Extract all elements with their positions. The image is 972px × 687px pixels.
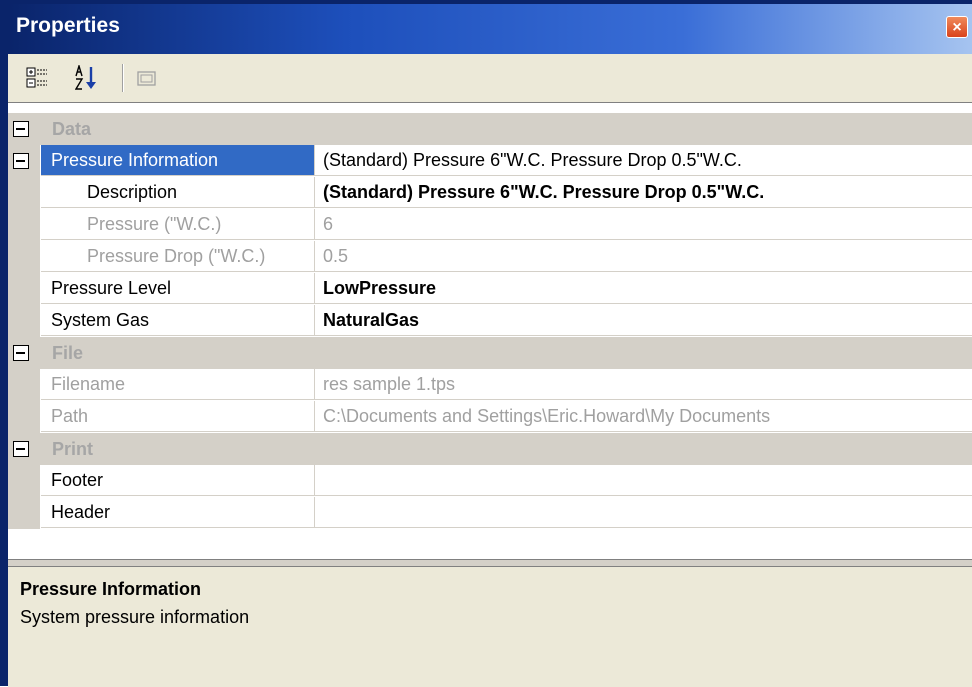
properties-window-frame: Properties × Data Pressure Information (… xyxy=(0,0,972,687)
property-row-pressure[interactable]: Pressure ("W.C.) 6 xyxy=(8,209,972,241)
property-pages-button[interactable] xyxy=(132,62,162,94)
property-row-description[interactable]: Description (Standard) Pressure 6"W.C. P… xyxy=(8,177,972,209)
toolbar-separator xyxy=(122,64,123,92)
title-bar[interactable]: Properties × xyxy=(8,4,972,54)
property-value: 0.5 xyxy=(314,241,972,272)
property-name: Pressure Drop ("W.C.) xyxy=(41,241,314,272)
property-row-path[interactable]: Path C:\Documents and Settings\Eric.Howa… xyxy=(8,401,972,433)
property-value[interactable]: NaturalGas xyxy=(314,305,972,336)
property-name: Pressure ("W.C.) xyxy=(41,209,314,240)
alphabetical-icon xyxy=(75,65,96,90)
help-splitter[interactable] xyxy=(8,559,972,566)
property-pages-icon xyxy=(137,71,156,86)
category-print[interactable]: Print xyxy=(8,433,972,465)
property-grid: Data Pressure Information (Standard) Pre… xyxy=(8,102,972,560)
property-row-system-gas[interactable]: System Gas NaturalGas xyxy=(8,305,972,337)
properties-window: Properties × Data Pressure Information (… xyxy=(8,4,972,687)
property-value: res sample 1.tps xyxy=(314,369,972,400)
property-value[interactable]: (Standard) Pressure 6"W.C. Pressure Drop… xyxy=(314,177,972,208)
property-name: System Gas xyxy=(41,305,314,336)
property-name: Path xyxy=(41,401,314,432)
property-row-header[interactable]: Header xyxy=(8,497,972,529)
collapse-icon[interactable] xyxy=(13,345,29,361)
property-row-pressure-information[interactable]: Pressure Information (Standard) Pressure… xyxy=(8,145,972,177)
category-label: Print xyxy=(52,439,94,459)
property-name: Footer xyxy=(41,465,314,496)
alphabetical-button[interactable] xyxy=(72,62,102,94)
help-title: Pressure Information xyxy=(20,579,202,599)
property-name: Description xyxy=(41,177,314,208)
collapse-icon[interactable] xyxy=(13,441,29,457)
property-value[interactable]: LowPressure xyxy=(314,273,972,304)
toolbar xyxy=(8,54,972,102)
property-value[interactable] xyxy=(314,497,972,528)
property-value: 6 xyxy=(314,209,972,240)
property-name: Header xyxy=(41,497,314,528)
property-row-filename[interactable]: Filename res sample 1.tps xyxy=(8,369,972,401)
property-value[interactable] xyxy=(314,465,972,496)
property-name: Pressure Level xyxy=(41,273,314,304)
property-value: C:\Documents and Settings\Eric.Howard\My… xyxy=(314,401,972,432)
category-label: File xyxy=(52,343,84,363)
category-file[interactable]: File xyxy=(8,337,972,369)
collapse-icon[interactable] xyxy=(13,121,29,137)
categorized-icon xyxy=(26,67,47,88)
category-label: Data xyxy=(52,119,92,139)
close-icon: × xyxy=(952,19,962,36)
property-name: Pressure Information xyxy=(41,145,314,176)
property-row-pressure-drop[interactable]: Pressure Drop ("W.C.) 0.5 xyxy=(8,241,972,273)
window-title: Properties xyxy=(16,14,120,37)
property-name: Filename xyxy=(41,369,314,400)
help-description: System pressure information xyxy=(20,607,250,627)
help-panel: Pressure Information System pressure inf… xyxy=(8,566,972,687)
categorized-button[interactable] xyxy=(22,62,52,94)
property-value[interactable]: (Standard) Pressure 6"W.C. Pressure Drop… xyxy=(314,145,972,176)
category-data[interactable]: Data xyxy=(8,113,972,145)
collapse-icon[interactable] xyxy=(13,153,29,169)
property-row-footer[interactable]: Footer xyxy=(8,465,972,497)
close-button[interactable]: × xyxy=(946,16,968,38)
property-row-pressure-level[interactable]: Pressure Level LowPressure xyxy=(8,273,972,305)
